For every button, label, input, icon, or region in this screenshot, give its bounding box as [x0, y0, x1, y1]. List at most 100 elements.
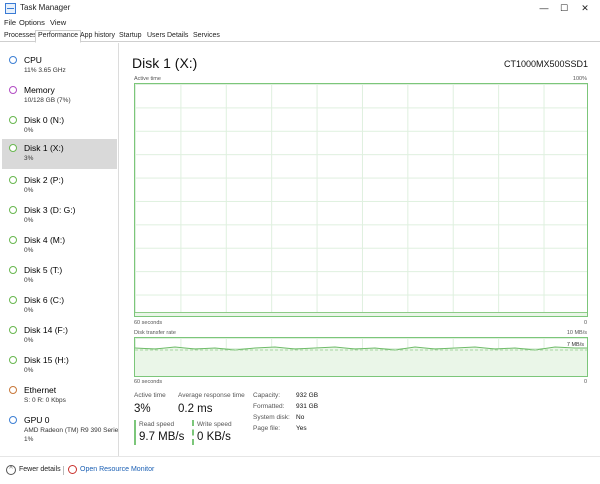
resource-sidebar: CPU 11% 3.65 GHz Memory 10/128 GB (7%) D…	[0, 43, 119, 456]
sidebar-item-name: Disk 2 (P:)	[24, 175, 64, 185]
task-manager-icon	[5, 3, 16, 14]
disk-graph-icon	[9, 206, 17, 214]
active-time-fill	[135, 312, 587, 316]
graph2-min: 0	[583, 379, 587, 385]
tab-app-history[interactable]: App history	[78, 31, 117, 42]
resource-monitor-icon[interactable]	[68, 465, 77, 474]
sidebar-item-detail: 11% 3.65 GHz	[24, 67, 66, 74]
system-disk-value: No	[296, 414, 305, 421]
sidebar-item-name: Disk 15 (H:)	[24, 355, 69, 365]
chevron-up-icon[interactable]: ^	[6, 465, 16, 475]
tab-processes[interactable]: Processes	[2, 31, 39, 42]
sidebar-item-disk-15[interactable]: Disk 15 (H:) 0%	[2, 353, 117, 383]
sidebar-item-detail: 0%	[24, 307, 34, 314]
tab-bar: Processes Performance App history Startu…	[0, 30, 600, 43]
sidebar-item-disk-3[interactable]: Disk 3 (D: G:) 0%	[2, 203, 117, 233]
graph1-time-span: 60 seconds	[134, 320, 163, 326]
footer: ^ Fewer details Open Resource Monitor	[0, 456, 600, 484]
close-button[interactable]: ✕	[578, 2, 592, 14]
open-resource-monitor-link[interactable]: Open Resource Monitor	[80, 466, 154, 473]
transfer-rate-graph: 7 MB/s	[134, 337, 588, 377]
formatted-value: 931 GB	[296, 403, 319, 410]
gpu-graph-icon	[9, 416, 17, 424]
disk-graph-icon	[9, 116, 17, 124]
tab-services[interactable]: Services	[191, 31, 222, 42]
sidebar-item-name: Memory	[24, 85, 55, 95]
sidebar-item-name: CPU	[24, 55, 42, 65]
sidebar-item-gpu-0[interactable]: GPU 0 AMD Radeon (TM) R9 390 Serie 1%	[2, 413, 119, 447]
sidebar-item-detail: 0%	[24, 187, 34, 194]
sidebar-item-disk-1[interactable]: Disk 1 (X:) 3%	[2, 139, 117, 169]
fewer-details-link[interactable]: Fewer details	[19, 466, 61, 473]
tab-startup[interactable]: Startup	[117, 31, 144, 42]
disk-graph-icon	[9, 326, 17, 334]
page-file-value: Yes	[296, 425, 307, 432]
read-speed-label: Read speed	[139, 421, 175, 428]
write-speed-label: Write speed	[197, 421, 232, 428]
sidebar-item-detail: 0%	[24, 277, 34, 284]
ethernet-graph-icon	[9, 386, 17, 394]
graph2-time-span: 60 seconds	[134, 379, 163, 385]
graph2-max: 10 MB/s	[566, 330, 587, 336]
disk-graph-icon	[9, 176, 17, 184]
sidebar-item-disk-4[interactable]: Disk 4 (M:) 0%	[2, 233, 117, 263]
sidebar-item-name: GPU 0	[24, 415, 50, 425]
graph2-label: Disk transfer rate	[134, 330, 176, 336]
memory-graph-icon	[9, 86, 17, 94]
minimize-button[interactable]: —	[537, 2, 551, 14]
sidebar-item-disk-5[interactable]: Disk 5 (T:) 0%	[2, 263, 117, 293]
tab-performance[interactable]: Performance	[35, 30, 82, 43]
disk-graph-icon	[9, 296, 17, 304]
capacity-label: Capacity:	[253, 392, 281, 399]
sidebar-item-name: Disk 4 (M:)	[24, 235, 66, 245]
sidebar-item-disk-14[interactable]: Disk 14 (F:) 0%	[2, 323, 117, 353]
disk-graph-icon	[9, 266, 17, 274]
sidebar-item-name: Disk 0 (N:)	[24, 115, 65, 125]
graph1-max: 100%	[572, 76, 587, 82]
sidebar-item-name: Ethernet	[24, 385, 57, 395]
formatted-label: Formatted:	[253, 403, 285, 410]
sidebar-item-detail: 3%	[24, 155, 34, 162]
sidebar-item-detail: 0%	[24, 127, 34, 134]
sidebar-item-memory[interactable]: Memory 10/128 GB (7%)	[2, 83, 117, 113]
sidebar-item-detail: 0%	[24, 337, 34, 344]
active-time-label: Active time	[134, 392, 166, 399]
sidebar-item-name: Disk 3 (D: G:)	[24, 205, 76, 215]
avg-response-value: 0.2 ms	[178, 403, 213, 415]
system-disk-label: System disk:	[253, 414, 290, 421]
graph2-current-scale: 7 MB/s	[566, 342, 584, 348]
read-speed-value: 9.7 MB/s	[139, 431, 185, 443]
cpu-graph-icon	[9, 56, 17, 64]
sidebar-item-detail: AMD Radeon (TM) R9 390 Serie	[24, 427, 119, 434]
menu-bar: File Options View	[0, 17, 600, 29]
disk-detail-panel: Disk 1 (X:) CT1000MX500SSD1 Active time …	[120, 43, 600, 456]
disk-graph-icon	[9, 144, 17, 152]
disk-model: CT1000MX500SSD1	[503, 59, 588, 69]
window-title: Task Manager	[20, 3, 71, 12]
sidebar-item-name: Disk 5 (T:)	[24, 265, 63, 275]
menu-view[interactable]: View	[50, 18, 66, 27]
sidebar-item-name: Disk 1 (X:)	[24, 143, 64, 153]
disk-graph-icon	[9, 236, 17, 244]
sidebar-item-detail: 0%	[24, 367, 34, 374]
page-file-label: Page file:	[253, 425, 281, 432]
sidebar-item-detail: 0%	[24, 247, 34, 254]
write-speed-legend	[192, 420, 194, 445]
sidebar-item-usage: 1%	[24, 436, 34, 443]
sidebar-item-disk-6[interactable]: Disk 6 (C:) 0%	[2, 293, 117, 323]
menu-file[interactable]: File	[4, 18, 16, 27]
sidebar-item-disk-2[interactable]: Disk 2 (P:) 0%	[2, 173, 117, 203]
active-time-value: 3%	[134, 403, 151, 415]
sidebar-item-name: Disk 14 (F:)	[24, 325, 68, 335]
page-title: Disk 1 (X:)	[132, 55, 198, 71]
footer-divider	[63, 466, 64, 475]
maximize-button[interactable]: ☐	[557, 2, 571, 14]
sidebar-item-cpu[interactable]: CPU 11% 3.65 GHz	[2, 53, 117, 83]
tab-details[interactable]: Details	[165, 31, 190, 42]
sidebar-item-ethernet[interactable]: Ethernet S: 0 R: 0 Kbps	[2, 383, 117, 413]
graph1-min: 0	[583, 320, 587, 326]
sidebar-item-name: Disk 6 (C:)	[24, 295, 65, 305]
capacity-value: 932 GB	[296, 392, 319, 399]
tab-users[interactable]: Users	[145, 31, 167, 42]
menu-options[interactable]: Options	[19, 18, 45, 27]
